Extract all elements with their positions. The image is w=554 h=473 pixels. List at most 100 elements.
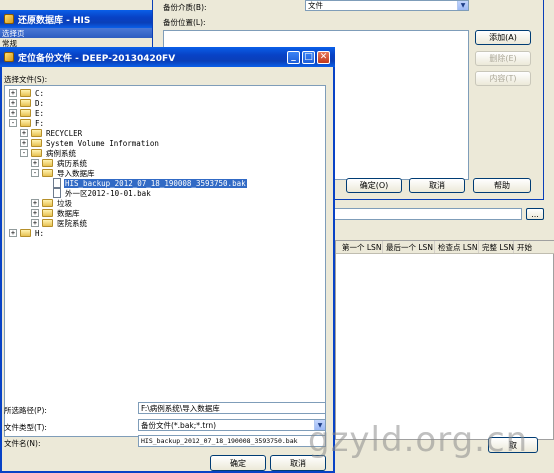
locate-file-dialog: 定位备份文件 - DEEP-20130420FV _ □ ✕ 选择文件(S): … <box>0 47 335 473</box>
remove-button-label: 删除(E) <box>489 54 517 63</box>
backup-location-label: 备份位置(L): <box>163 18 206 27</box>
remove-button[interactable]: 删除(E) <box>475 51 531 66</box>
database-icon <box>4 52 14 62</box>
file-type-select[interactable]: 备份文件(*.bak;*.trn) ▼ <box>138 419 326 431</box>
folder-icon <box>31 139 42 147</box>
tree-item[interactable]: - 导入数据库 <box>31 168 96 178</box>
tree-item[interactable]: + System Volume Information <box>20 138 160 148</box>
tree-item-label: 外一区2012-10-01.bak <box>65 188 151 198</box>
restore-window-title: 还原数据库 - HIS <box>18 15 91 26</box>
backup-medium-select[interactable]: 文件 ▼ <box>305 0 469 11</box>
tree-item-label: 医院系统 <box>57 218 87 228</box>
folder-icon <box>42 219 53 227</box>
col-full-lsn[interactable]: 完整 LSN <box>479 241 514 253</box>
backup-path-field[interactable] <box>334 208 522 220</box>
tree-item[interactable]: - 病例系统 <box>20 148 77 158</box>
col-first-lsn[interactable]: 第一个 LSN <box>336 241 383 253</box>
file-type-value: 备份文件(*.bak;*.trn) <box>141 420 216 430</box>
tree-item[interactable]: HIS_backup_2012_07_18_190008_3593750.bak <box>42 178 247 188</box>
tree-item[interactable]: + RECYCLER <box>20 128 83 138</box>
col-checkpoint-lsn[interactable]: 检查点 LSN <box>435 241 479 253</box>
backup-ok-label: 确定(O) <box>359 181 389 190</box>
locate-dialog-titlebar[interactable]: 定位备份文件 - DEEP-20130420FV <box>0 47 335 67</box>
folder-icon <box>42 209 53 217</box>
watermark-text: gzyld.org.cn <box>308 420 529 460</box>
maximize-button[interactable]: □ <box>302 51 315 64</box>
tree-item-label: 导入数据库 <box>57 168 95 178</box>
content-button[interactable]: 内容(T) <box>475 71 531 86</box>
backup-help-button[interactable]: 帮助 <box>473 178 531 193</box>
tree-item[interactable]: + 垃圾 <box>31 198 73 208</box>
file-icon <box>53 178 61 188</box>
tree-item[interactable]: + 病历系统 <box>31 158 88 168</box>
minimize-button[interactable]: _ <box>287 51 300 64</box>
tree-item[interactable]: + H: <box>9 228 45 238</box>
backup-medium-label: 备份介质(B): <box>163 3 207 12</box>
backup-cancel-label: 取消 <box>429 181 445 190</box>
folder-icon <box>20 109 31 117</box>
content-button-label: 内容(T) <box>489 74 517 83</box>
backup-medium-value: 文件 <box>308 1 323 10</box>
watermark: gzyld.org.cn <box>308 420 528 460</box>
tree-item[interactable]: + E: <box>9 108 45 118</box>
tree-item[interactable]: - F: <box>9 118 45 128</box>
tree-item[interactable]: + 数据库 <box>31 208 81 218</box>
backup-ok-button[interactable]: 确定(O) <box>346 178 402 193</box>
expand-icon[interactable]: + <box>31 219 39 227</box>
folder-icon <box>20 89 31 97</box>
select-page-header: 选择页 <box>0 28 152 38</box>
tree-item[interactable]: + C: <box>9 88 45 98</box>
selected-path-label: 所选路径(P): <box>4 406 47 415</box>
ellipsis-button[interactable]: ... <box>526 208 544 220</box>
expand-icon[interactable]: + <box>20 139 28 147</box>
expand-icon[interactable]: + <box>9 89 17 97</box>
selected-path-value: F:\病例系统\导入数据库 <box>141 403 220 413</box>
file-name-field[interactable]: HIS_backup_2012_07_18_190008_3593750.bak <box>138 435 326 447</box>
expand-icon[interactable]: + <box>31 209 39 217</box>
backup-cancel-button[interactable]: 取消 <box>409 178 465 193</box>
locate-dialog-title: 定位备份文件 - DEEP-20130420FV <box>18 53 176 64</box>
file-icon <box>53 188 61 198</box>
tree-item[interactable]: + D: <box>9 98 45 108</box>
add-button[interactable]: 添加(A) <box>475 30 531 45</box>
collapse-icon[interactable]: - <box>9 119 17 127</box>
file-type-label: 文件类型(T): <box>4 423 47 432</box>
expand-icon[interactable]: + <box>9 99 17 107</box>
expand-icon[interactable]: + <box>9 109 17 117</box>
tree-item[interactable]: 外一区2012-10-01.bak <box>42 188 152 198</box>
folder-icon <box>20 229 31 237</box>
collapse-icon[interactable]: - <box>31 169 39 177</box>
ellipsis-label: ... <box>531 209 539 219</box>
locate-ok-button[interactable]: 确定 <box>210 455 266 471</box>
col-start[interactable]: 开始 <box>514 241 554 253</box>
restore-window-titlebar[interactable]: 还原数据库 - HIS <box>0 10 152 28</box>
grid-header: 第一个 LSN 最后一个 LSN 检查点 LSN 完整 LSN 开始 <box>336 241 554 254</box>
file-name-label: 文件名(N): <box>4 439 41 448</box>
expand-icon[interactable]: + <box>31 159 39 167</box>
chevron-down-icon[interactable]: ▼ <box>457 1 468 10</box>
tree-item-label: RECYCLER <box>46 128 83 138</box>
selected-path-field[interactable]: F:\病例系统\导入数据库 <box>138 402 326 414</box>
folder-icon <box>42 169 53 177</box>
expand-icon[interactable]: + <box>9 229 17 237</box>
file-name-value: HIS_backup_2012_07_18_190008_3593750.bak <box>141 437 298 445</box>
backup-sets-grid: 第一个 LSN 最后一个 LSN 检查点 LSN 完整 LSN 开始 <box>335 240 554 440</box>
expand-icon[interactable]: + <box>20 129 28 137</box>
col-last-lsn[interactable]: 最后一个 LSN <box>383 241 435 253</box>
tree-item-label: H: <box>35 228 45 238</box>
database-icon <box>4 14 14 24</box>
tree-item-label: D: <box>35 98 45 108</box>
tree-item[interactable]: + 医院系统 <box>31 218 88 228</box>
folder-icon <box>20 99 31 107</box>
folder-icon <box>20 119 31 127</box>
close-button[interactable]: ✕ <box>317 51 330 64</box>
collapse-icon[interactable]: - <box>20 149 28 157</box>
expand-icon[interactable]: + <box>31 199 39 207</box>
select-page-label: 选择页 <box>2 29 25 38</box>
select-file-label: 选择文件(S): <box>4 75 48 84</box>
file-tree[interactable]: + C: + D: + E: - F: + RECYCLER + System Volume Info… <box>4 85 326 437</box>
tree-item-label: E: <box>35 108 45 118</box>
tree-item-label: HIS_backup_2012_07_18_190008_3593750.bak <box>64 178 247 188</box>
folder-icon <box>31 149 42 157</box>
add-button-label: 添加(A) <box>489 33 517 42</box>
